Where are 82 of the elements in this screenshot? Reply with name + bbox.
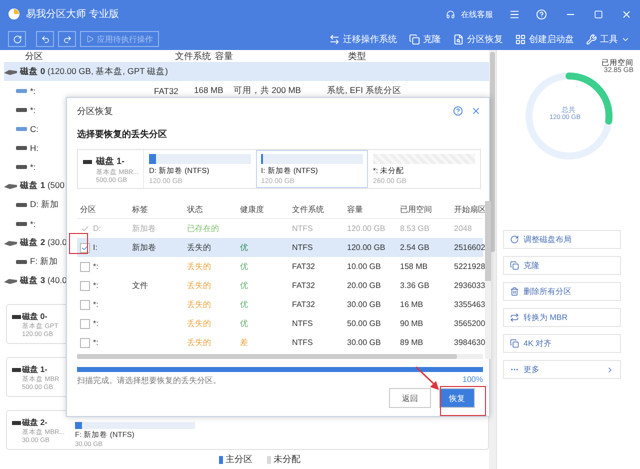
table-cell-text: NTFS — [292, 319, 314, 328]
table-cell-text: FAT32 — [292, 300, 316, 309]
table-cell-text: 158 MB — [400, 262, 429, 271]
table-cell: 2516602 — [454, 243, 486, 252]
table-cell-text: 30.00 GB — [347, 300, 382, 309]
window-title: 易我分区大师 专业版 — [26, 8, 119, 21]
disk-name: 磁盘 2 (30.0 — [20, 236, 67, 248]
health-text: 差 — [240, 337, 249, 348]
table-cell-text: NTFS — [292, 224, 314, 233]
column-header: 标签 — [132, 204, 149, 215]
dialog-subtitle: 选择要恢复的丢失分区 — [77, 128, 168, 141]
table-cell-text: 8.53 GB — [400, 224, 430, 233]
disk-name: 磁盘 1 (500 — [20, 180, 64, 192]
table-cell-text: 文件 — [132, 280, 149, 291]
status-message: 扫描完成。请选择想要恢复的丢失分区。 — [77, 375, 221, 386]
health-text: 优 — [240, 299, 249, 310]
disk-name: 磁盘 1- — [22, 364, 48, 374]
table-cell-text: 20.00 GB — [347, 281, 382, 290]
type-text: 系统, EFI 系统分区 — [327, 84, 402, 96]
table-cell: *: — [93, 300, 98, 309]
column-header: 类型 — [348, 50, 367, 63]
table-cell-text: 50.00 GB — [347, 319, 382, 328]
dialog-title: 分区恢复 — [77, 104, 113, 118]
column-header: 状态 — [187, 204, 204, 215]
table-cell-text: 10.00 GB — [347, 262, 382, 271]
table-cell-text: 2048 — [454, 224, 473, 233]
legend-label: 主分区 — [226, 453, 252, 466]
table-cell: *: — [93, 262, 98, 271]
table-cell-text: 16 MB — [400, 300, 424, 309]
table-cell-text: 2.54 GB — [400, 243, 430, 252]
disk-name: 磁盘 0- — [22, 310, 48, 322]
status-text: 丢失的 — [187, 242, 212, 253]
table-cell-text: 30.00 GB — [347, 338, 382, 347]
progress-percent: 100% — [462, 375, 483, 386]
disk-name: 磁盘 0 (120.00 GB, 基本盘, GPT 磁盘) — [20, 66, 168, 78]
table-cell: 5221928 — [454, 262, 486, 271]
column-header: 分区 — [80, 204, 97, 215]
table-cell-text: 新加卷 — [132, 223, 157, 234]
table-cell: 3565200 — [454, 319, 486, 328]
column-header: 健康度 — [240, 204, 265, 215]
capacity-text: 168 MB — [194, 84, 224, 96]
status-text: 丢失的 — [187, 337, 212, 348]
status-text: 丢失的 — [187, 299, 212, 310]
table-cell-text: NTFS — [292, 243, 314, 252]
table-cell: *: — [93, 319, 98, 328]
disk-name: 磁盘 2- — [22, 416, 48, 428]
legend-label: 未分配 — [274, 453, 300, 466]
health-text: 优 — [240, 242, 249, 253]
column-header: 文件系统 — [175, 50, 212, 63]
table-cell: I: — [93, 243, 98, 252]
table-cell: *: — [93, 338, 98, 347]
column-header: 开始扇区 — [454, 204, 486, 215]
status-text: 已存在的 — [187, 223, 220, 234]
table-cell-text: 90 MB — [400, 319, 424, 328]
table-cell-text: FAT32 — [292, 262, 316, 271]
table-cell-text: 3.36 GB — [400, 281, 430, 290]
filesystem-text: FAT32 — [154, 86, 180, 96]
column-header: 文件系统 — [292, 204, 325, 215]
column-header: 分区 — [25, 50, 44, 63]
table-cell: D: — [93, 224, 101, 233]
health-text: 优 — [240, 318, 249, 329]
table-cell: *: — [93, 281, 98, 290]
status-text: 丢失的 — [187, 318, 212, 329]
table-cell-text: 89 MB — [400, 338, 424, 347]
column-header: 容量 — [347, 204, 364, 215]
capacity-note: 可用，共 200 MB — [233, 84, 301, 96]
status-text: 丢失的 — [187, 261, 212, 272]
table-cell: 3355463 — [454, 300, 486, 309]
health-text: 优 — [240, 280, 249, 291]
column-header: 容量 — [215, 50, 234, 63]
status-text: 丢失的 — [187, 280, 212, 291]
table-cell-text: FAT32 — [292, 281, 316, 290]
table-cell-text: 新加卷 — [132, 242, 157, 253]
health-text: 优 — [240, 261, 249, 272]
disk-name: 磁盘 3 (40.0 — [20, 274, 67, 286]
table-cell-text: 120.00 GB — [347, 224, 386, 233]
table-cell: 2936033 — [454, 281, 486, 290]
table-cell-text: 120.00 GB — [347, 243, 386, 252]
table-cell-text: NTFS — [292, 338, 314, 347]
column-header: 已用空间 — [400, 204, 433, 215]
disk-name: 磁盘 1- — [96, 154, 126, 168]
table-cell: 3984630 — [454, 338, 486, 347]
